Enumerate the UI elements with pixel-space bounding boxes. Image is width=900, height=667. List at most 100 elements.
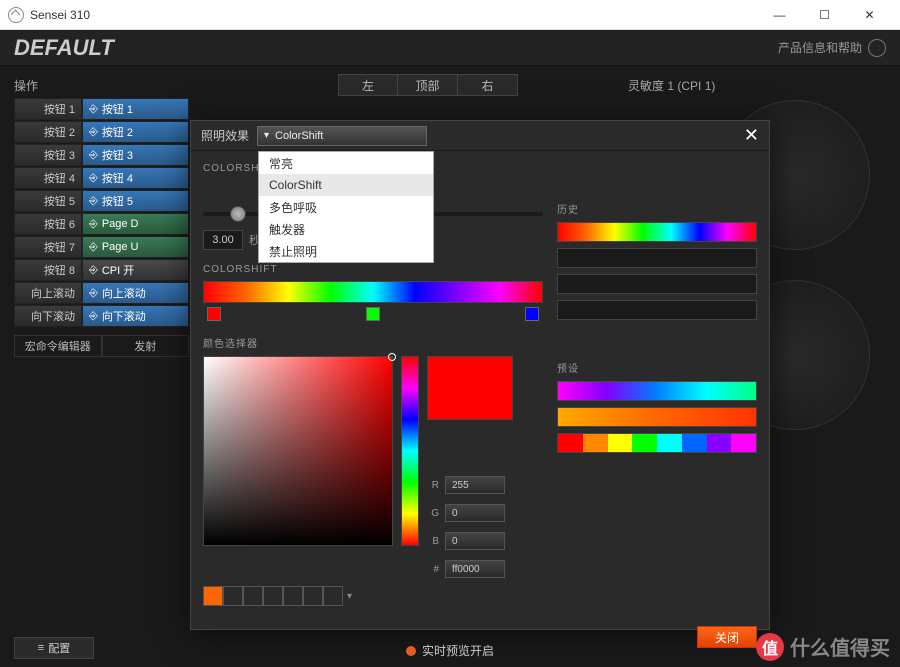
gradient-section-label: COLORSHIFT — [203, 264, 543, 275]
hue-slider[interactable] — [401, 356, 419, 546]
profile-title: DEFAULT — [14, 35, 778, 61]
picker-label: 颜色选择器 — [203, 335, 543, 350]
history-2[interactable] — [557, 248, 757, 268]
launch-button[interactable]: 发射 — [102, 335, 190, 357]
option-multibreathe[interactable]: 多色呼吸 — [259, 196, 433, 218]
maximize-button[interactable]: ☐ — [802, 0, 847, 30]
swatch-current[interactable] — [203, 586, 223, 606]
effect-selected: ColorShift — [275, 130, 323, 142]
preview-status: 实时预览开启 — [406, 642, 494, 659]
option-steady[interactable]: 常亮 — [259, 152, 433, 174]
button-row[interactable]: 向上滚动⎆向上滚动 — [14, 282, 189, 304]
effect-label: 照明效果 — [201, 127, 249, 144]
button-slot: 向下滚动 — [14, 305, 82, 327]
view-tabs: 左 顶部 右 — [338, 74, 518, 96]
effect-dropdown[interactable]: ColorShift — [257, 126, 427, 146]
marker-1[interactable] — [207, 307, 221, 321]
sv-cursor[interactable] — [388, 353, 396, 361]
button-assignment[interactable]: ⎆CPI 开 — [82, 259, 189, 281]
button-assignment[interactable]: ⎆按钮 1 — [82, 98, 189, 120]
swatch-3[interactable] — [263, 586, 283, 606]
g-input[interactable]: 0 — [445, 504, 505, 522]
button-assignment[interactable]: ⎆按钮 3 — [82, 144, 189, 166]
swatch-6[interactable] — [323, 586, 343, 606]
watermark: 值 什么值得买 — [756, 632, 890, 661]
swatch-row: ▾ — [203, 586, 543, 606]
button-row[interactable]: 按钮 5⎆按钮 5 — [14, 190, 189, 212]
tab-left[interactable]: 左 — [338, 74, 398, 96]
hex-input[interactable]: ff0000 — [445, 560, 505, 578]
b-input[interactable]: 0 — [445, 532, 505, 550]
product-help-link[interactable]: 产品信息和帮助 — [778, 39, 886, 57]
button-slot: 按钮 8 — [14, 259, 82, 281]
slider-knob[interactable] — [230, 206, 246, 222]
window-title: Sensei 310 — [30, 8, 757, 22]
help-label: 产品信息和帮助 — [778, 39, 862, 56]
tab-top[interactable]: 顶部 — [398, 74, 458, 96]
g-label: G — [427, 508, 439, 519]
button-row[interactable]: 按钮 8⎆CPI 开 — [14, 259, 189, 281]
button-assignment[interactable]: ⎆Page D — [82, 213, 189, 235]
macro-editor-button[interactable]: 宏命令编辑器 — [14, 335, 102, 357]
ops-label: 操作 — [14, 77, 38, 94]
button-row[interactable]: 按钮 7⎆Page U — [14, 236, 189, 258]
history-4[interactable] — [557, 300, 757, 320]
sensitivity-label: 灵敏度 1 (CPI 1) — [628, 77, 715, 94]
history-1[interactable] — [557, 222, 757, 242]
button-assignment[interactable]: ⎆按钮 4 — [82, 167, 189, 189]
config-button[interactable]: ≡配置 — [14, 637, 94, 659]
config-label: 配置 — [48, 640, 70, 656]
option-disable[interactable]: 禁止照明 — [259, 240, 433, 262]
effect-dropdown-menu: 常亮 ColorShift 多色呼吸 触发器 禁止照明 — [258, 151, 434, 263]
preset-2[interactable] — [557, 407, 757, 427]
button-assignment[interactable]: ⎆按钮 2 — [82, 121, 189, 143]
b-label: B — [427, 536, 439, 547]
minimize-button[interactable]: — — [757, 0, 802, 30]
speed-input[interactable]: 3.00 — [203, 230, 243, 250]
button-slot: 按钮 6 — [14, 213, 82, 235]
button-slot: 按钮 1 — [14, 98, 82, 120]
marker-3[interactable] — [525, 307, 539, 321]
close-button[interactable]: ✕ — [847, 0, 892, 30]
button-row[interactable]: 按钮 6⎆Page D — [14, 213, 189, 235]
header: DEFAULT 产品信息和帮助 — [0, 30, 900, 66]
swatch-4[interactable] — [283, 586, 303, 606]
modal-close-icon[interactable]: ✕ — [744, 125, 759, 146]
history-label: 历史 — [557, 201, 757, 216]
watermark-text: 什么值得买 — [790, 632, 890, 661]
swatch-1[interactable] — [223, 586, 243, 606]
button-row[interactable]: 按钮 2⎆按钮 2 — [14, 121, 189, 143]
presets-label: 预设 — [557, 360, 757, 375]
marker-2[interactable] — [366, 307, 380, 321]
button-assignment[interactable]: ⎆按钮 5 — [82, 190, 189, 212]
color-preview — [427, 356, 513, 420]
close-button[interactable]: 关闭 — [697, 626, 757, 648]
button-assignment[interactable]: ⎆Page U — [82, 236, 189, 258]
option-trigger[interactable]: 触发器 — [259, 218, 433, 240]
bottom-bar: 宏命令编辑器 发射 — [14, 335, 189, 357]
button-assignment[interactable]: ⎆向上滚动 — [82, 282, 189, 304]
swatch-5[interactable] — [303, 586, 323, 606]
button-row[interactable]: 按钮 1⎆按钮 1 — [14, 98, 189, 120]
button-slot: 按钮 7 — [14, 236, 82, 258]
titlebar: Sensei 310 — ☐ ✕ — [0, 0, 900, 30]
swatch-dropdown-icon[interactable]: ▾ — [347, 591, 352, 602]
swatch-2[interactable] — [243, 586, 263, 606]
preview-label: 实时预览开启 — [422, 642, 494, 659]
r-label: R — [427, 480, 439, 491]
tab-right[interactable]: 右 — [458, 74, 518, 96]
preset-1[interactable] — [557, 381, 757, 401]
button-slot: 按钮 3 — [14, 144, 82, 166]
option-colorshift[interactable]: ColorShift — [259, 174, 433, 196]
history-3[interactable] — [557, 274, 757, 294]
gradient-strip[interactable] — [203, 281, 543, 303]
button-row[interactable]: 向下滚动⎆向下滚动 — [14, 305, 189, 327]
button-row[interactable]: 按钮 4⎆按钮 4 — [14, 167, 189, 189]
help-icon — [868, 39, 886, 57]
button-row[interactable]: 按钮 3⎆按钮 3 — [14, 144, 189, 166]
button-assignment[interactable]: ⎆向下滚动 — [82, 305, 189, 327]
saturation-value-box[interactable] — [203, 356, 393, 546]
modal-header: 照明效果 ColorShift ✕ — [191, 121, 769, 151]
r-input[interactable]: 255 — [445, 476, 505, 494]
preset-3[interactable] — [557, 433, 757, 453]
